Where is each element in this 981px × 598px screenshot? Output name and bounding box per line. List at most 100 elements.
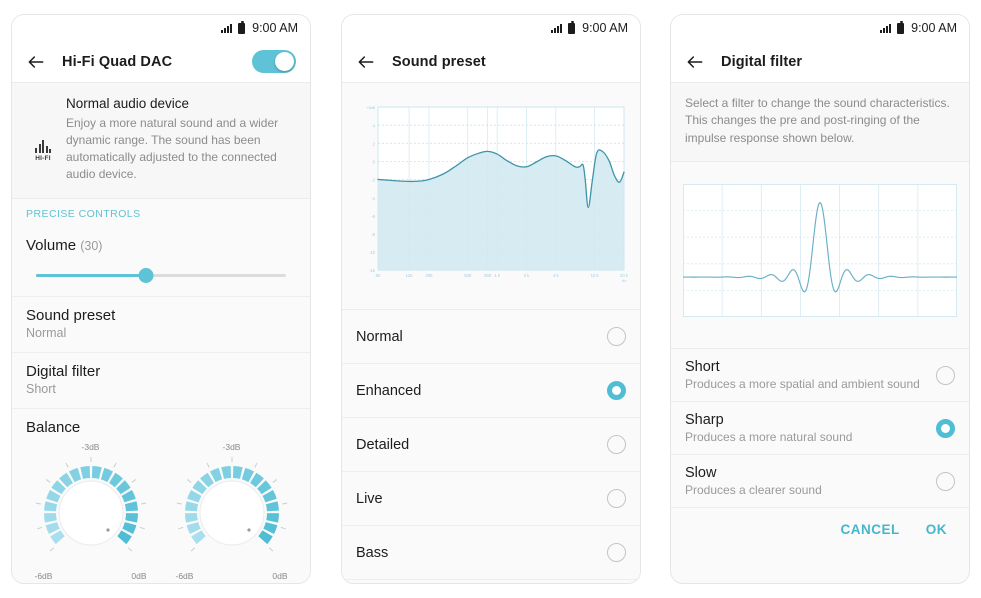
- slider-thumb[interactable]: [138, 268, 154, 284]
- dialog-actions: CANCEL OK: [342, 580, 640, 583]
- radio-selected[interactable]: [607, 381, 626, 400]
- knob-segment: [184, 501, 198, 512]
- balance-knob-left[interactable]: -3dB -6dB 0dB LEFT: [20, 442, 161, 583]
- knob-dial-right[interactable]: [172, 453, 292, 573]
- radio-unselected[interactable]: [607, 435, 626, 454]
- knob-min-label: -6dB: [34, 571, 53, 582]
- digital-filter-value: Short: [26, 382, 56, 397]
- eq-chart-svg: +6dB 4 2 0 -2 -4 -6 -8 -10 -1260 125 200 500 800 1 k 2 …: [367, 106, 629, 283]
- page-title: Digital filter: [721, 53, 803, 70]
- phone-screen-digital-filter: 9:00 AM Digital filter Select a filter t…: [670, 14, 970, 584]
- status-bar-time: 9:00 AM: [911, 21, 957, 35]
- sound-preset-label: Sound preset: [26, 307, 116, 325]
- chart-xaxis-unit: Hz: [622, 279, 627, 283]
- signal-bars-icon: [551, 23, 563, 33]
- option-description: Produces a clearer sound: [685, 483, 822, 498]
- option-row[interactable]: Short Produces a more spatial and ambient…: [671, 349, 969, 403]
- option-label: Short: [685, 359, 720, 376]
- app-bar: Digital filter: [671, 41, 969, 83]
- cancel-button[interactable]: CANCEL: [841, 522, 900, 537]
- hifi-equalizer-icon: HI-FI: [26, 96, 60, 183]
- chart-xtick-label: 10 k: [591, 273, 600, 278]
- signal-bars-icon: [221, 23, 233, 33]
- digital-filter-option-list: Short Produces a more spatial and ambient…: [671, 349, 969, 509]
- knob-dial-left[interactable]: [31, 453, 151, 573]
- radio-unselected[interactable]: [936, 471, 955, 491]
- radio-unselected[interactable]: [607, 489, 626, 508]
- ok-button[interactable]: OK: [926, 522, 947, 537]
- digital-filter-row[interactable]: Digital filter Short: [12, 353, 310, 410]
- option-label: Live: [356, 490, 383, 507]
- sound-preset-row[interactable]: Sound preset Normal: [12, 297, 310, 354]
- app-bar: Sound preset: [342, 41, 640, 83]
- chart-xtick-label: 20 k: [620, 273, 629, 278]
- audio-device-description: Enjoy a more natural sound and a wider d…: [66, 116, 279, 182]
- knob-segment: [232, 466, 243, 480]
- app-bar: Hi-Fi Quad DAC: [12, 41, 310, 83]
- volume-slider[interactable]: [26, 268, 296, 284]
- option-row[interactable]: Sharp Produces a more natural sound: [671, 402, 969, 456]
- knob-segment: [265, 513, 279, 523]
- battery-full-icon: [238, 20, 246, 34]
- chart-xtick-label: 500: [464, 273, 472, 278]
- chart-ytick-label: 2: [373, 141, 376, 146]
- status-bar-time: 9:00 AM: [582, 21, 628, 35]
- volume-label: Volume: [26, 237, 77, 255]
- eq-frequency-response-chart: +6dB 4 2 0 -2 -4 -6 -8 -10 -12 60 125 200 500 800 1 k 2 …: [342, 83, 640, 310]
- digital-filter-description: Select a filter to change the sound char…: [671, 83, 969, 163]
- option-text: Sharp Produces a more natural sound: [685, 412, 936, 444]
- option-text: Bass: [356, 545, 607, 561]
- option-row[interactable]: Normal: [342, 310, 640, 364]
- radio-selected[interactable]: [936, 418, 955, 438]
- knob-scale-right: -6dB 0dB: [176, 571, 288, 581]
- chart-ytick-label: 0: [373, 160, 376, 165]
- dialog-actions: CANCEL OK: [671, 508, 969, 554]
- chart-xtick-label: 200: [425, 273, 433, 278]
- option-text: Enhanced: [356, 383, 607, 399]
- chart-plot-area: [683, 184, 957, 318]
- option-text: Short Produces a more spatial and ambient…: [685, 359, 936, 391]
- volume-value: (30): [80, 239, 103, 254]
- battery-full-icon: [568, 20, 576, 34]
- radio-unselected[interactable]: [607, 543, 626, 562]
- chart-ytick-label: -12: [369, 268, 376, 273]
- knob-max-label: 0dB: [131, 571, 147, 582]
- balance-knob-right[interactable]: -3dB -6dB 0dB RIGHT: [161, 442, 302, 583]
- back-arrow-icon[interactable]: [26, 52, 46, 72]
- page-title: Sound preset: [392, 53, 486, 70]
- knob-segment: [220, 466, 231, 480]
- volume-row[interactable]: Volume (30): [12, 227, 310, 298]
- back-arrow-icon[interactable]: [356, 52, 376, 72]
- balance-knobs: -3dB -6dB 0dB LEFT -3dB -6dB 0dB RIGHT: [12, 438, 310, 583]
- knob-segment: [124, 501, 138, 512]
- chart-xtick-label: 1 k: [494, 273, 500, 278]
- sound-preset-value: Normal: [26, 326, 67, 341]
- option-row[interactable]: Bass: [342, 526, 640, 580]
- toggle-knob: [275, 52, 294, 71]
- chart-ytick-label: -8: [371, 232, 375, 237]
- knob-top-label: -3dB: [81, 442, 100, 453]
- chart-ytick-label: -6: [371, 214, 375, 219]
- knob-segment: [43, 513, 57, 523]
- option-label: Sharp: [685, 412, 724, 429]
- knob-indicator-dot: [105, 528, 110, 532]
- option-row[interactable]: Slow Produces a clearer sound: [671, 455, 969, 509]
- option-text: Slow Produces a clearer sound: [685, 465, 936, 497]
- radio-unselected[interactable]: [607, 327, 626, 346]
- radio-unselected[interactable]: [936, 365, 955, 385]
- knob-top-label: -3dB: [222, 442, 241, 453]
- chart-ytick-label: -10: [369, 250, 376, 255]
- chart-ytick-label: -4: [371, 196, 375, 201]
- option-row[interactable]: Live: [342, 472, 640, 526]
- knob-indicator-dot: [246, 528, 251, 532]
- impulse-response-svg: [682, 184, 958, 318]
- back-arrow-icon[interactable]: [685, 52, 705, 72]
- status-bar: 9:00 AM: [342, 15, 640, 41]
- hifi-quad-dac-toggle[interactable]: [252, 50, 296, 73]
- section-header-precise-controls: PRECISE CONTROLS: [12, 199, 310, 228]
- chart-ytick-label: 4: [373, 123, 376, 128]
- option-row[interactable]: Enhanced: [342, 364, 640, 418]
- option-row[interactable]: Detailed: [342, 418, 640, 472]
- chart-xtick-label: 4 k: [553, 273, 559, 278]
- knob-segment: [116, 530, 132, 545]
